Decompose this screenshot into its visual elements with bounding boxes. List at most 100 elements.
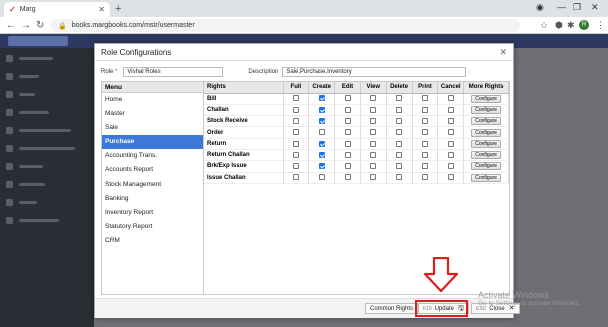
print-checkbox[interactable] bbox=[421, 174, 428, 181]
view-checkbox[interactable] bbox=[370, 151, 377, 158]
configure-button[interactable]: Configure bbox=[471, 139, 502, 148]
configure-button[interactable]: Configure bbox=[471, 128, 502, 137]
edit-checkbox[interactable] bbox=[344, 151, 351, 158]
window-close-icon[interactable]: ✕ bbox=[591, 2, 599, 13]
delete-checkbox[interactable] bbox=[396, 174, 403, 181]
reload-icon[interactable]: ↻ bbox=[36, 20, 44, 31]
edit-checkbox[interactable] bbox=[344, 129, 351, 136]
browser-tab[interactable]: ✓ Marg ✕ bbox=[4, 2, 110, 17]
maximize-icon[interactable]: ❐ bbox=[573, 2, 581, 13]
configure-button[interactable]: Configure bbox=[471, 151, 502, 160]
view-checkbox[interactable] bbox=[370, 106, 377, 113]
cancel-checkbox[interactable] bbox=[447, 140, 454, 147]
print-checkbox[interactable] bbox=[421, 151, 428, 158]
create-checkbox[interactable] bbox=[318, 163, 325, 170]
create-checkbox[interactable] bbox=[318, 106, 325, 113]
edit-checkbox[interactable] bbox=[344, 163, 351, 170]
full-checkbox[interactable] bbox=[292, 174, 299, 181]
view-checkbox[interactable] bbox=[370, 163, 377, 170]
checkbox-cell bbox=[412, 126, 439, 139]
checkbox-cell bbox=[360, 172, 387, 184]
cancel-checkbox[interactable] bbox=[447, 163, 454, 170]
profile-avatar[interactable]: R bbox=[579, 20, 589, 30]
edit-checkbox[interactable] bbox=[344, 174, 351, 181]
modal-close-icon[interactable]: ✕ bbox=[499, 47, 507, 58]
new-tab-icon[interactable]: + bbox=[115, 3, 121, 15]
configure-button[interactable]: Configure bbox=[471, 117, 502, 126]
delete-checkbox[interactable] bbox=[396, 106, 403, 113]
cancel-checkbox[interactable] bbox=[447, 129, 454, 136]
delete-checkbox[interactable] bbox=[396, 129, 403, 136]
cancel-checkbox[interactable] bbox=[447, 174, 454, 181]
tab-search-icon[interactable]: ◉ bbox=[536, 2, 544, 13]
minimize-icon[interactable]: — bbox=[557, 2, 566, 12]
print-checkbox[interactable] bbox=[421, 117, 428, 124]
full-checkbox[interactable] bbox=[292, 129, 299, 136]
delete-checkbox[interactable] bbox=[396, 151, 403, 158]
menu-item-crm[interactable]: CRM bbox=[102, 234, 203, 248]
menu-item-accounting-trans[interactable]: Accounting Trans. bbox=[102, 149, 203, 163]
view-checkbox[interactable] bbox=[370, 95, 377, 102]
create-checkbox[interactable] bbox=[318, 174, 325, 181]
view-checkbox[interactable] bbox=[370, 140, 377, 147]
configure-button[interactable]: Configure bbox=[471, 105, 502, 114]
create-checkbox[interactable] bbox=[318, 151, 325, 158]
delete-checkbox[interactable] bbox=[396, 117, 403, 124]
print-checkbox[interactable] bbox=[421, 140, 428, 147]
full-checkbox[interactable] bbox=[292, 151, 299, 158]
checkbox-cell bbox=[334, 126, 361, 139]
full-checkbox[interactable] bbox=[292, 106, 299, 113]
cancel-checkbox[interactable] bbox=[447, 95, 454, 102]
menu-item-home[interactable]: Home bbox=[102, 93, 203, 107]
url-input[interactable]: 🔒 books.margbooks.com/mstr/usermaster bbox=[50, 19, 520, 32]
menu-item-accounts-report[interactable]: Accounts Report bbox=[102, 163, 203, 177]
edit-checkbox[interactable] bbox=[344, 117, 351, 124]
forward-icon[interactable]: → bbox=[21, 20, 31, 31]
menu-item-master[interactable]: Master bbox=[102, 107, 203, 121]
configure-button[interactable]: Configure bbox=[471, 94, 502, 103]
checkbox-cell bbox=[308, 172, 336, 184]
menu-item-inventory-report[interactable]: Inventory Report bbox=[102, 206, 203, 220]
menu-item-sale[interactable]: Sale bbox=[102, 121, 203, 135]
create-checkbox[interactable] bbox=[318, 140, 325, 147]
browser-menu-icon[interactable]: ⋮ bbox=[596, 20, 605, 31]
common-rights-button[interactable]: Common Rights bbox=[365, 303, 419, 314]
configure-button[interactable]: Configure bbox=[471, 162, 502, 171]
bookmark-star-icon[interactable]: ☆ bbox=[540, 20, 548, 31]
print-checkbox[interactable] bbox=[421, 106, 428, 113]
full-checkbox[interactable] bbox=[292, 163, 299, 170]
full-checkbox[interactable] bbox=[292, 95, 299, 102]
create-checkbox[interactable] bbox=[318, 117, 325, 124]
full-checkbox[interactable] bbox=[292, 140, 299, 147]
role-input[interactable]: Vishal Roles bbox=[123, 67, 224, 77]
tab-close-icon[interactable]: ✕ bbox=[98, 5, 105, 14]
configure-button[interactable]: Configure bbox=[471, 173, 502, 182]
edit-checkbox[interactable] bbox=[344, 140, 351, 147]
description-input[interactable]: Sale,Purchase,Inventory bbox=[282, 67, 467, 77]
edit-checkbox[interactable] bbox=[344, 106, 351, 113]
menu-item-banking[interactable]: Banking bbox=[102, 192, 203, 206]
back-icon[interactable]: ← bbox=[6, 20, 16, 31]
menu-item-stock-management[interactable]: Stock Management bbox=[102, 178, 203, 192]
extension-puzzle-icon[interactable]: ✱ bbox=[567, 20, 575, 31]
edit-checkbox[interactable] bbox=[344, 95, 351, 102]
full-checkbox[interactable] bbox=[292, 117, 299, 124]
delete-checkbox[interactable] bbox=[396, 95, 403, 102]
create-checkbox[interactable] bbox=[318, 95, 325, 102]
cancel-checkbox[interactable] bbox=[447, 151, 454, 158]
extensions-icon[interactable]: ⬢ bbox=[555, 20, 563, 31]
print-checkbox[interactable] bbox=[421, 163, 428, 170]
menu-item-statutory-report[interactable]: Statutory Report bbox=[102, 220, 203, 234]
print-checkbox[interactable] bbox=[421, 129, 428, 136]
cancel-checkbox[interactable] bbox=[447, 117, 454, 124]
print-checkbox[interactable] bbox=[421, 95, 428, 102]
create-checkbox[interactable] bbox=[318, 129, 325, 136]
delete-checkbox[interactable] bbox=[396, 163, 403, 170]
cancel-checkbox[interactable] bbox=[447, 106, 454, 113]
view-checkbox[interactable] bbox=[370, 174, 377, 181]
browser-tab-bar: ✓ Marg ✕ + ◉ — ❐ ✕ bbox=[0, 0, 608, 17]
view-checkbox[interactable] bbox=[370, 129, 377, 136]
delete-checkbox[interactable] bbox=[396, 140, 403, 147]
view-checkbox[interactable] bbox=[370, 117, 377, 124]
menu-item-purchase[interactable]: Purchase bbox=[102, 135, 203, 150]
